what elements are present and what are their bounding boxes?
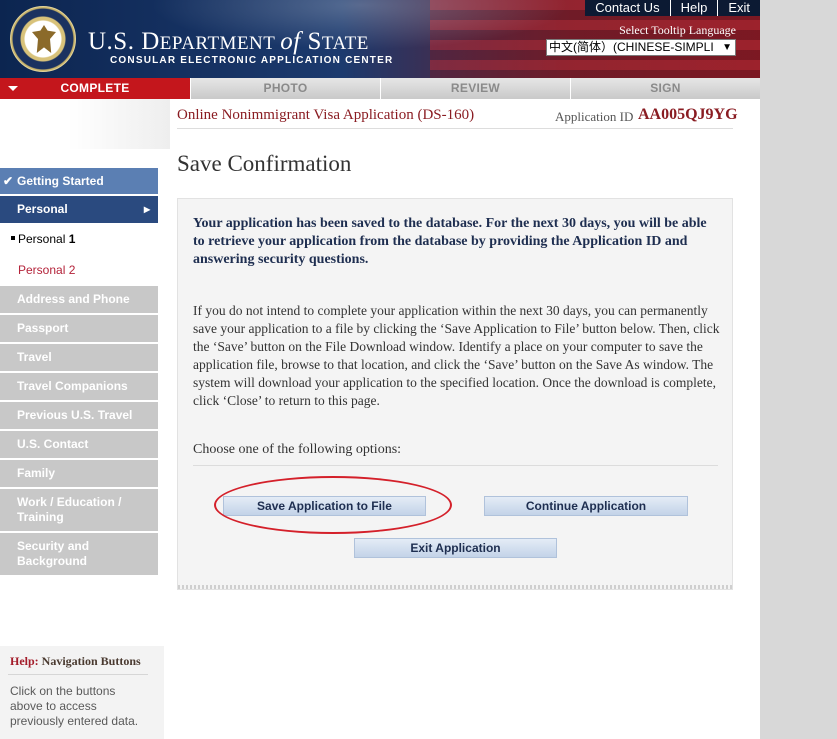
form-title: Online Nonimmigrant Visa Application (DS… (177, 107, 475, 123)
top-links: Contact Us Help Exit (585, 0, 760, 16)
caret-down-icon (8, 86, 18, 91)
nav-travel-companions: Travel Companions (0, 373, 158, 402)
nav-fade (0, 99, 170, 149)
title-part: TATE (321, 33, 369, 54)
continue-application-button[interactable]: Continue Application (484, 496, 688, 516)
nav-us-contact: U.S. Contact (0, 431, 158, 460)
help-title: Help: Navigation Buttons (10, 654, 141, 669)
exit-application-button[interactable]: Exit Application (354, 538, 557, 558)
step-label: COMPLETE (60, 81, 130, 95)
application-id-label: Application ID (555, 109, 634, 124)
step-sign: SIGN (570, 78, 760, 99)
nav-getting-started[interactable]: ✔ Getting Started (0, 168, 158, 194)
title-part: EPARTMENT (159, 33, 281, 54)
right-gutter (760, 0, 837, 739)
title-part: of (280, 28, 301, 55)
nav-travel: Travel (0, 344, 158, 373)
save-message: Your application has been saved to the d… (193, 216, 707, 267)
panel-bottom-rule (178, 585, 732, 589)
title-part: U.S. D (88, 28, 160, 55)
nav-personal-2[interactable]: Personal 2 (0, 255, 158, 285)
help-topic: Navigation Buttons (38, 654, 141, 668)
help-link[interactable]: Help (669, 0, 718, 16)
chevron-right-icon: ▸ (143, 202, 150, 216)
tooltip-language-label: Select Tooltip Language (619, 23, 736, 37)
nav-personal-1[interactable]: Personal 1 (0, 224, 158, 254)
nav-label-number: 1 (68, 232, 76, 246)
nav-personal[interactable]: Personal ▸ (0, 196, 158, 223)
page-title: Save Confirmation (177, 151, 352, 176)
divider (193, 465, 718, 466)
nav-passport: Passport (0, 315, 158, 344)
department-subtitle: CONSULAR ELECTRONIC APPLICATION CENTER (110, 55, 394, 66)
title-part: S (300, 28, 322, 55)
checkmark-icon: ✔ (3, 174, 14, 188)
department-seal-icon (10, 6, 76, 72)
progress-steps: COMPLETE PHOTO REVIEW SIGN (0, 78, 760, 99)
step-complete[interactable]: COMPLETE (0, 78, 190, 99)
nav-previous-us-travel: Previous U.S. Travel (0, 402, 158, 431)
site-header: U.S. DEPARTMENT of STATE CONSULAR ELECTR… (0, 0, 760, 78)
nav-work-education-training: Work / Education / Training (0, 489, 158, 533)
tooltip-language-select[interactable]: 中文(简体）(CHINESE-SIMPLI ▼ (546, 39, 736, 56)
department-title: U.S. DEPARTMENT of STATE (88, 28, 369, 56)
tooltip-language-value: 中文(简体）(CHINESE-SIMPLI (549, 40, 714, 54)
help-text: Click on the buttons above to access pre… (10, 684, 139, 728)
divider (8, 674, 148, 675)
nav-label: Getting Started (17, 174, 104, 188)
step-photo: PHOTO (190, 78, 380, 99)
application-id: AA005QJ9YG (638, 106, 738, 123)
help-prefix: Help: (10, 654, 39, 668)
contact-us-link[interactable]: Contact Us (585, 0, 669, 16)
choose-options-label: Choose one of the following options: (193, 442, 402, 457)
nav-family: Family (0, 460, 158, 489)
nav-label: Personal (18, 232, 69, 246)
nav-security-background: Security and Background (0, 533, 158, 577)
bullet-icon (11, 236, 15, 240)
save-application-to-file-button[interactable]: Save Application to File (223, 496, 426, 516)
step-review: REVIEW (380, 78, 570, 99)
instructions-text: If you do not intend to complete your ap… (193, 303, 720, 408)
nav-address-phone: Address and Phone (0, 286, 158, 315)
exit-link[interactable]: Exit (717, 0, 760, 16)
help-box: Help: Navigation Buttons Click on the bu… (0, 646, 164, 739)
divider (177, 128, 733, 129)
eagle-icon (32, 25, 56, 53)
nav-label: Personal (17, 202, 68, 216)
confirmation-panel: Your application has been saved to the d… (177, 198, 733, 590)
dropdown-arrow-icon: ▼ (722, 42, 732, 53)
